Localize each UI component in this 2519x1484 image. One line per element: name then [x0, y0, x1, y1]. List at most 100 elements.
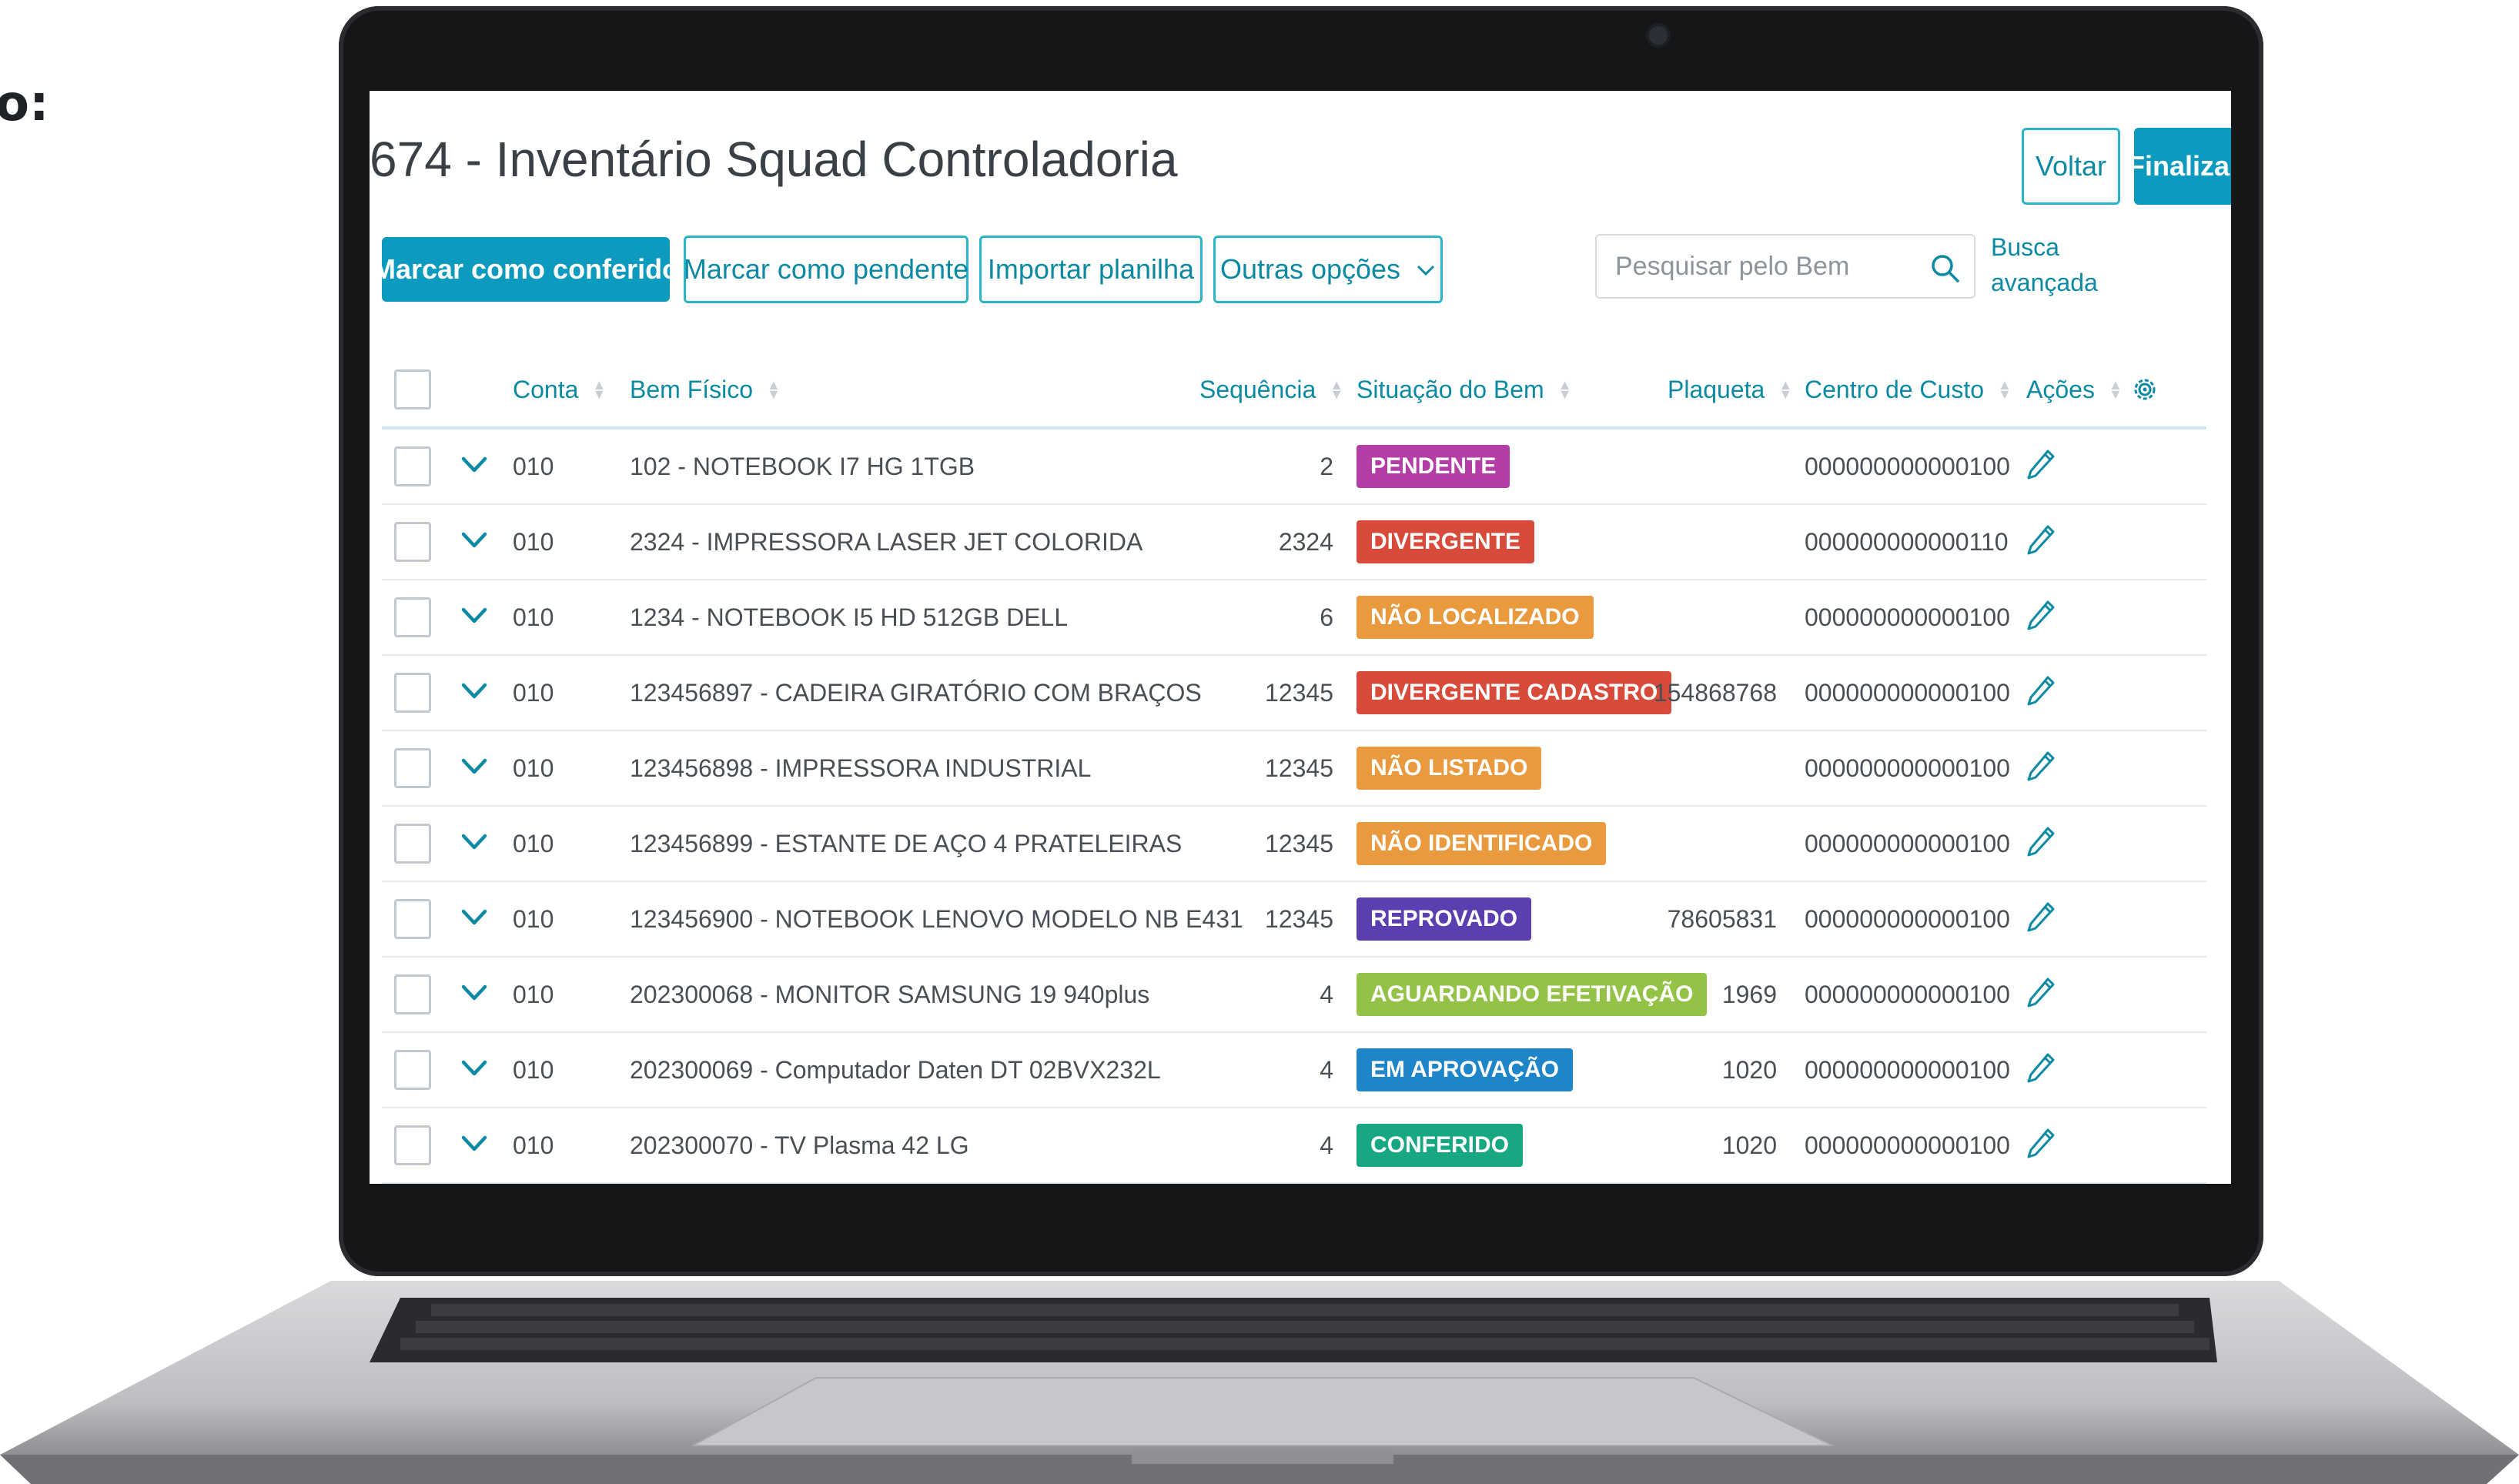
cell-cost-center: 000000000000100 [1805, 904, 2010, 933]
chevron-down-icon[interactable] [459, 1053, 490, 1084]
pencil-icon[interactable] [2025, 599, 2056, 633]
search-input[interactable] [1595, 234, 1975, 299]
pencil-icon[interactable] [2025, 523, 2056, 557]
row-checkbox[interactable] [394, 522, 431, 562]
cell-sequence: 4 [1320, 1055, 1333, 1084]
status-badge: EM APROVAÇÃO [1357, 1048, 1574, 1091]
cell-status: REPROVADO [1357, 882, 1532, 956]
chevron-down-icon [1416, 256, 1436, 282]
table-row: 010 2324 - IMPRESSORA LASER JET COLORIDA… [382, 505, 2206, 580]
pencil-icon[interactable] [2025, 825, 2056, 859]
cell-sequence: 12345 [1265, 904, 1333, 933]
sort-icon: ▲ ▼ [2108, 377, 2123, 402]
cell-status: NÃO IDENTIFICADO [1357, 807, 1607, 881]
cell-account: 010 [513, 980, 554, 1008]
status-badge: NÃO LISTADO [1357, 747, 1542, 790]
table-body: 010 102 - NOTEBOOK I7 HG 1TGB 2 PENDENTE… [382, 429, 2206, 1184]
cell-asset: 202300070 - TV Plasma 42 LG [630, 1131, 969, 1159]
column-status[interactable]: Situação do Bem ▲ ▼ [1357, 353, 1572, 426]
cell-cost-center: 000000000000100 [1805, 603, 2010, 631]
cell-cost-center: 000000000000110 [1805, 527, 2009, 556]
column-actions-label: Ações [2026, 375, 2095, 403]
cell-sequence: 4 [1320, 1131, 1333, 1159]
row-checkbox[interactable] [394, 748, 431, 788]
column-tag-label: Plaqueta [1668, 375, 1765, 403]
pencil-icon[interactable] [2025, 750, 2056, 784]
pencil-icon[interactable] [2025, 448, 2056, 482]
page-title: 674 - Inventário Squad Controladoria [370, 132, 1178, 187]
status-badge: NÃO IDENTIFICADO [1357, 822, 1607, 865]
sort-icon: ▲ ▼ [592, 377, 607, 402]
cell-account: 010 [513, 1131, 554, 1159]
row-checkbox[interactable] [394, 974, 431, 1014]
chevron-down-icon[interactable] [459, 450, 490, 480]
cell-asset: 123456900 - NOTEBOOK LENOVO MODELO NB E4… [630, 904, 1243, 933]
cell-sequence: 12345 [1265, 678, 1333, 707]
chevron-down-icon[interactable] [459, 1128, 490, 1159]
side-caption: o: [0, 75, 49, 132]
pencil-icon[interactable] [2025, 674, 2056, 708]
finish-inventory-button[interactable]: Finalizar inventário [2128, 128, 2231, 205]
row-checkbox[interactable] [394, 446, 431, 486]
chevron-down-icon[interactable] [459, 676, 490, 707]
cell-status: CONFERIDO [1357, 1108, 1523, 1182]
back-button[interactable]: Voltar [2022, 128, 2120, 205]
column-actions[interactable]: Ações ▲ ▼ [2026, 353, 2123, 426]
pencil-icon[interactable] [2025, 1051, 2056, 1085]
table-row: 010 202300068 - MONITOR SAMSUNG 19 940pl… [382, 958, 2206, 1033]
cell-cost-center: 000000000000100 [1805, 754, 2010, 782]
cell-asset: 123456898 - IMPRESSORA INDUSTRIAL [630, 754, 1092, 782]
table-row: 010 202300070 - TV Plasma 42 LG 4 CONFER… [382, 1108, 2206, 1184]
row-checkbox[interactable] [394, 824, 431, 864]
pencil-icon[interactable] [2025, 1127, 2056, 1161]
other-options-label: Outras opções [1219, 253, 1401, 285]
cell-account: 010 [513, 452, 554, 480]
cell-status: NÃO LISTADO [1357, 731, 1542, 805]
cell-account: 010 [513, 603, 554, 631]
other-options-dropdown[interactable]: Outras opções [1213, 236, 1443, 303]
mark-checked-button[interactable]: Marcar como conferido [373, 237, 679, 302]
cell-cost-center: 000000000000100 [1805, 452, 2010, 480]
import-sheet-button[interactable]: Importar planilha [979, 236, 1203, 303]
table-header: Conta ▲ ▼ Bem Físico ▲ ▼ Sequência ▲ ▼ Situ… [382, 353, 2206, 429]
chevron-down-icon[interactable] [459, 827, 490, 857]
cell-account: 010 [513, 1055, 554, 1084]
chevron-down-icon[interactable] [459, 902, 490, 933]
row-checkbox[interactable] [394, 673, 431, 713]
column-tag[interactable]: Plaqueta ▲ ▼ [1668, 353, 1792, 426]
cell-tag: 1020 [1721, 1131, 1777, 1159]
row-checkbox[interactable] [394, 1050, 431, 1090]
advanced-search-link[interactable]: Busca avançada [1991, 229, 2099, 300]
search-icon[interactable] [1929, 252, 1960, 283]
column-sequence[interactable]: Sequência ▲ ▼ [1199, 353, 1343, 426]
mark-pending-button[interactable]: Marcar como pendente [684, 236, 968, 303]
column-status-label: Situação do Bem [1357, 375, 1544, 403]
chevron-down-icon[interactable] [459, 600, 490, 631]
cell-asset: 202300069 - Computador Daten DT 02BVX232… [630, 1055, 1161, 1084]
table-row: 010 202300069 - Computador Daten DT 02BV… [382, 1033, 2206, 1108]
column-account-label: Conta [513, 375, 579, 403]
column-account[interactable]: Conta ▲ ▼ [513, 353, 606, 426]
chevron-down-icon[interactable] [459, 978, 490, 1008]
cell-tag: 1969 [1721, 980, 1777, 1008]
row-checkbox[interactable] [394, 1125, 431, 1165]
row-checkbox[interactable] [394, 597, 431, 637]
cell-tag [1598, 429, 1777, 503]
cell-account: 010 [513, 829, 554, 857]
sort-icon: ▲ ▼ [1778, 377, 1793, 402]
gear-icon[interactable] [2131, 353, 2159, 426]
assets-table: Conta ▲ ▼ Bem Físico ▲ ▼ Sequência ▲ ▼ Situ… [382, 353, 2206, 1184]
cell-tag [1598, 731, 1777, 805]
pencil-icon[interactable] [2025, 901, 2056, 934]
status-badge: REPROVADO [1357, 897, 1532, 941]
cell-asset: 1234 - NOTEBOOK I5 HD 512GB DELL [630, 603, 1069, 631]
chevron-down-icon[interactable] [459, 525, 490, 556]
cell-asset: 123456899 - ESTANTE DE AÇO 4 PRATELEIRAS [630, 829, 1183, 857]
chevron-down-icon[interactable] [459, 751, 490, 782]
select-all-checkbox[interactable] [394, 369, 431, 409]
column-cost-center[interactable]: Centro de Custo ▲ ▼ [1805, 353, 2012, 426]
row-checkbox[interactable] [394, 899, 431, 939]
cell-sequence: 6 [1320, 603, 1333, 631]
pencil-icon[interactable] [2025, 976, 2056, 1010]
column-asset[interactable]: Bem Físico ▲ ▼ [630, 353, 781, 426]
